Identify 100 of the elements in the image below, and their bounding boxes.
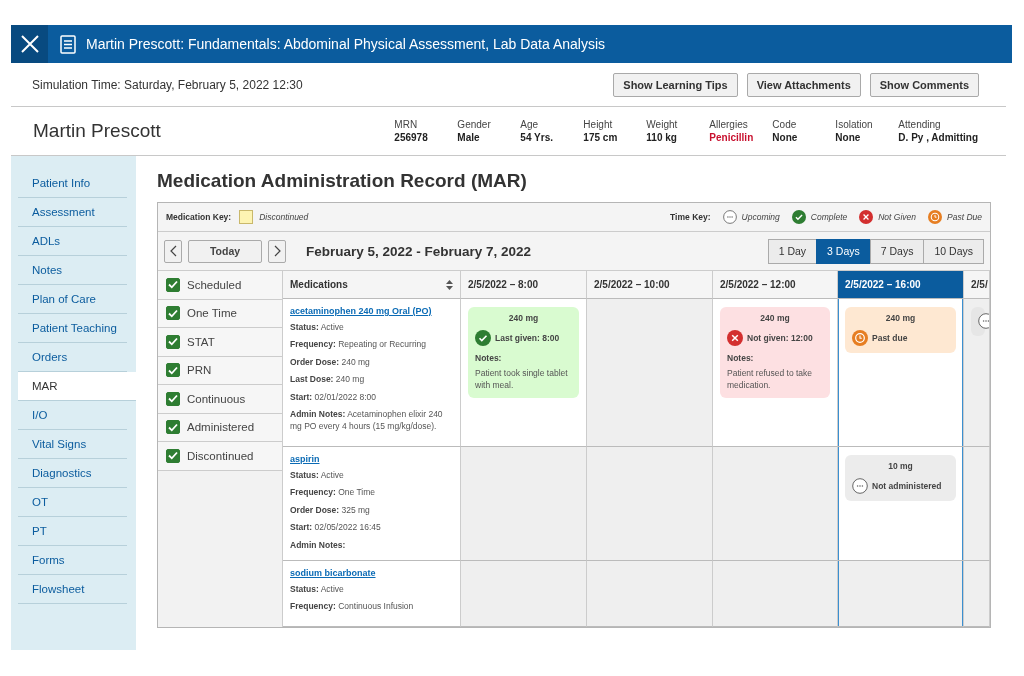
sidebar-item[interactable]: Notes <box>18 256 127 285</box>
medication-detail: Admin Notes: <box>290 538 347 551</box>
dose-card[interactable]: 240 mg Last given: 8:00 Notes: Patient took single tablet with meal. <box>468 307 579 398</box>
medication-detail: Frequency: One Time <box>290 486 377 499</box>
checkbox[interactable] <box>166 277 180 292</box>
toolbar-button[interactable]: Show Comments <box>869 72 979 97</box>
clock-icon <box>852 330 868 346</box>
sidebar-item[interactable]: Plan of Care <box>18 285 127 314</box>
checkbox[interactable] <box>166 420 180 435</box>
close-button[interactable] <box>11 25 48 63</box>
field-label: Age <box>520 119 540 130</box>
medication-link[interactable]: acetaminophen 240 mg Oral (PO) <box>290 306 453 316</box>
chevron-left-icon <box>169 245 177 257</box>
field-value: D. Py , Admitting <box>898 132 978 143</box>
field-label: Weight <box>646 119 679 130</box>
dose-status: Past due <box>872 333 908 343</box>
medication-link[interactable]: sodium bicarbonate <box>290 568 453 578</box>
x-circle-icon <box>727 330 743 346</box>
filter-label: Continuous <box>187 392 246 405</box>
patient-name: Martin Prescott <box>33 120 161 142</box>
dose-status: Not administered <box>872 481 942 491</box>
filter-label: Scheduled <box>187 278 242 291</box>
filter-label: PRN <box>187 364 212 377</box>
checkbox[interactable] <box>166 391 180 406</box>
field-value: 110 kg <box>646 132 678 143</box>
key-item: Complete <box>810 212 848 222</box>
filter-label: STAT <box>187 335 215 348</box>
field-label: Gender <box>457 119 492 130</box>
sort-icon <box>446 279 453 290</box>
simulation-time: Simulation Time: Saturday, February 5, 2022 12:30 <box>32 77 303 92</box>
dose-status: Last given: 8:00 <box>495 333 560 343</box>
field-value: 175 cm <box>583 132 619 143</box>
medication-detail: Admin Notes: Acetaminophen elixir 240 mg PO every 4 hours (15 mg/kg/dose). <box>290 407 444 432</box>
medication-detail: Frequency: Continuous Infusion <box>290 600 415 613</box>
range-tab[interactable]: 10 Days <box>923 238 984 264</box>
dose-status: Not given: 12:00 <box>747 333 813 343</box>
range-tab[interactable]: 7 Days <box>869 238 925 264</box>
sidebar-item[interactable]: ADLs <box>18 227 127 256</box>
sidebar-item[interactable]: OT <box>18 488 127 517</box>
window-title: Martin Prescott: Fundamentals: Abdominal Physical Assessment, Lab Data Analysis <box>86 36 606 52</box>
dose-card[interactable]: 240 mg Not given: 12:00 Notes: Patient refused to take medication. <box>720 307 830 398</box>
column-header: 2/5/2022 – 16:00 <box>838 271 964 299</box>
checkbox[interactable] <box>166 334 180 349</box>
notes-label: Notes: <box>727 353 755 363</box>
sidebar-item[interactable]: Flowsheet <box>18 575 127 604</box>
sidebar-item[interactable]: Patient Teaching <box>18 314 127 343</box>
sidebar-item[interactable]: PT <box>18 517 127 546</box>
field-value: Male <box>457 132 481 143</box>
sidebar-item[interactable]: Diagnostics <box>18 459 127 488</box>
chevron-right-icon <box>273 245 281 257</box>
column-header: 2/5/ <box>964 271 990 299</box>
toolbar-button[interactable]: View Attachments <box>746 72 861 97</box>
toolbar-button[interactable]: Show Learning Tips <box>613 72 738 97</box>
sidebar-item[interactable]: Patient Info <box>18 169 127 198</box>
field-value: 54 Yrs. <box>520 132 554 143</box>
key-item: Not Given <box>878 212 917 222</box>
medication-detail: Order Dose: 240 mg <box>290 355 371 368</box>
close-icon <box>20 35 39 53</box>
dose-card[interactable]: 10 mg Not administered <box>845 455 956 501</box>
key-item: Upcoming <box>741 212 780 222</box>
check-circle-icon <box>791 210 806 224</box>
filter-label: One Time <box>187 307 237 320</box>
field-label: MRN <box>394 119 419 130</box>
range-tab[interactable]: 1 Day <box>767 238 818 264</box>
dose-amount: 240 mg <box>759 313 791 323</box>
medication-detail: Start: 02/05/2022 16:45 <box>290 521 382 534</box>
dose-notes: Patient refused to take medication. <box>727 367 814 391</box>
filter-label: Administered <box>187 421 255 434</box>
today-button[interactable]: Today <box>188 239 262 263</box>
dose-amount: 10 mg <box>887 461 914 471</box>
page-title: Medication Administration Record (MAR) <box>157 170 528 192</box>
dose-amount: 240 mg <box>884 313 917 323</box>
field-value: Penicillin <box>709 132 755 143</box>
key-label: Medication Key: <box>166 212 232 222</box>
dose-card[interactable]: 240 mg Past due <box>845 307 956 353</box>
medication-detail: Start: 02/01/2022 8:00 <box>290 390 377 403</box>
column-header: 2/5/2022 – 8:00 <box>461 271 587 299</box>
medication-detail: Status: Active <box>290 583 345 595</box>
field-label: Allergies <box>709 119 749 130</box>
check-circle-icon <box>475 330 491 346</box>
sidebar-item[interactable]: Assessment <box>18 198 127 227</box>
medication-link[interactable]: aspirin <box>290 454 453 464</box>
ellipsis-circle-icon <box>852 478 868 494</box>
field-label: Code <box>772 119 798 130</box>
checkbox[interactable] <box>166 363 180 378</box>
sidebar-item[interactable]: Vital Signs <box>18 430 127 459</box>
next-button[interactable] <box>268 239 286 263</box>
sidebar-item[interactable]: I/O <box>18 401 127 430</box>
column-header: 2/5/2022 – 10:00 <box>587 271 713 299</box>
medication-detail: Status: Active <box>290 321 345 333</box>
sidebar-item[interactable]: MAR <box>18 372 136 401</box>
sidebar-item[interactable]: Forms <box>18 546 127 575</box>
previous-button[interactable] <box>164 239 182 263</box>
checkbox[interactable] <box>166 448 180 463</box>
key-item: Discontinued <box>259 212 309 222</box>
column-header[interactable]: Medications <box>283 271 461 299</box>
field-label: Height <box>583 119 614 130</box>
checkbox[interactable] <box>166 306 180 321</box>
field-value: 256978 <box>394 132 429 143</box>
range-tab[interactable]: 3 Days <box>816 238 871 264</box>
